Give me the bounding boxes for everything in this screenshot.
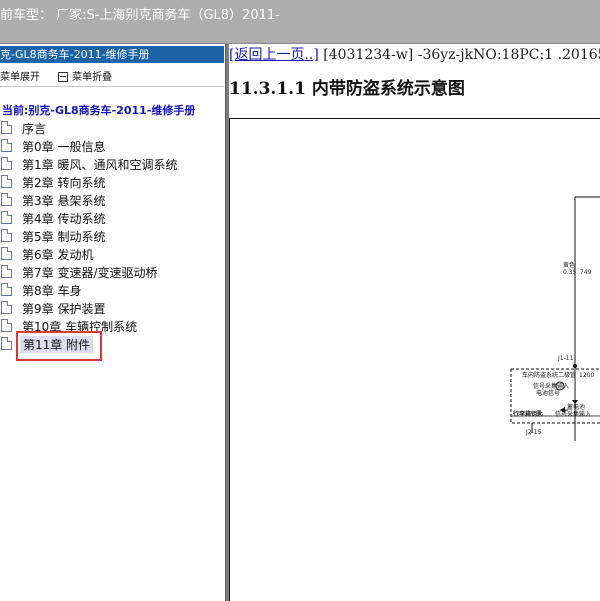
tree-item-preface[interactable]: 序言: [0, 119, 222, 137]
title-bar: 前车型： 厂家:S-上海别克商务车（GL8）2011-: [0, 0, 600, 44]
wire-color-label: 黄色: [563, 262, 576, 269]
module-label: 车内防盗系统二极管: [522, 372, 577, 379]
tree-item-label: 第5章 制动系统: [22, 230, 106, 244]
wire-number-label: 749: [580, 269, 592, 276]
menu-expand-label: 菜单展开: [0, 72, 40, 83]
wiring-diagram-graphic: [510, 196, 600, 441]
tree-item-label: 序言: [22, 122, 47, 136]
document-icon: [1, 175, 12, 188]
current-manual-label: 当前:别克-GL8商务车-2011-维修手册: [2, 104, 196, 117]
document-icon: [1, 265, 12, 278]
back-link[interactable]: [返回上一页..]: [229, 47, 319, 63]
document-icon: [1, 157, 12, 170]
content-pane: [返回上一页..] [4031234-w] -36yz-jkNO:18PC:1 …: [229, 44, 600, 601]
tree-item-label: 第1章 暖风、通风和空调系统: [22, 158, 178, 172]
tree-item-chapter-0[interactable]: 第0章 一般信息: [0, 137, 222, 155]
document-icon: [1, 247, 12, 260]
signal-input-label: 信号采集输入: [533, 383, 570, 390]
tree-item-label: 第4章 传动系统: [22, 212, 106, 226]
document-icon: [1, 139, 12, 152]
vehicle-title: 前车型： 厂家:S-上海别克商务车（GL8）2011-: [0, 8, 280, 23]
document-icon: [1, 301, 12, 314]
tree-item-label: 第2章 转向系统: [22, 176, 106, 190]
sidebar-separator: [0, 86, 224, 87]
tree-item-label: 第0章 一般信息: [22, 140, 106, 154]
battery-label: 蓄电池: [567, 404, 586, 411]
tree-item-label: 第6章 发动机: [22, 248, 94, 262]
nav-line: [返回上一页..] [4031234-w] -36yz-jkNO:18PC:1 …: [229, 44, 600, 64]
tree-item-label: 第7章 变速器/变速驱动桥: [22, 266, 158, 280]
connector-bottom-label: J2-15: [526, 429, 542, 436]
tree-item-label: 第9章 保护装置: [22, 302, 106, 316]
sidebar: 克-GL8商务车-2011-维修手册 菜单展开 菜单折叠 当前:别克-GL8商务…: [0, 44, 225, 601]
battery-signal-label: 电池信号: [536, 390, 561, 397]
module-number-label: 1200: [579, 372, 595, 379]
tree-item-label: 第8章 车身: [22, 284, 82, 298]
tree-item-chapter-6[interactable]: 第6章 发动机: [0, 245, 222, 263]
tree-item-label: 第3章 悬架系统: [22, 194, 106, 208]
tree-item-chapter-5[interactable]: 第5章 制动系统: [0, 227, 222, 245]
document-icon: [1, 337, 12, 350]
wiring-diagram: 黄色 0.35 749 J1-11 车内防盗系统二极管 1200 信号采集输入 …: [229, 118, 600, 601]
tree-item-chapter-2[interactable]: 第2章 转向系统: [0, 173, 222, 191]
document-icon: [1, 121, 12, 134]
tree-item-chapter-3[interactable]: 第3章 悬架系统: [0, 191, 222, 209]
document-icon: [1, 211, 12, 224]
tree-item-chapter-1[interactable]: 第1章 暖风、通风和空调系统: [0, 155, 222, 173]
document-icon: [1, 229, 12, 242]
tree-item-chapter-7[interactable]: 第7章 变速器/变速驱动桥: [0, 263, 222, 281]
connector-top-label: J1-11: [558, 355, 574, 362]
menu-collapse-label: 菜单折叠: [72, 72, 112, 83]
sidebar-header: 克-GL8商务车-2011-维修手册: [0, 46, 224, 63]
doc-info: [4031234-w] -36yz-jkNO:18PC:1 .2016581: [318, 47, 600, 63]
document-icon: [1, 283, 12, 296]
collapse-icon: [58, 72, 68, 82]
signal-input-2-label: 信号采集输入: [555, 411, 592, 418]
highlight-annotation: [16, 331, 102, 361]
tree-item-chapter-9[interactable]: 第9章 保护装置: [0, 299, 222, 317]
document-icon: [1, 319, 12, 332]
section-title: 11.3.1.1 内带防盗系统示意图: [229, 79, 465, 99]
tree-item-chapter-8[interactable]: 第8章 车身: [0, 281, 222, 299]
trunk-key-label: 行李箱钥匙: [513, 411, 544, 418]
menu-collapse-button[interactable]: 菜单折叠: [58, 68, 112, 83]
tree-item-chapter-4[interactable]: 第4章 传动系统: [0, 209, 222, 227]
menu-expand-button[interactable]: 菜单展开: [0, 68, 40, 83]
document-icon: [1, 193, 12, 206]
wire-gauge-label: 0.35: [563, 269, 577, 276]
